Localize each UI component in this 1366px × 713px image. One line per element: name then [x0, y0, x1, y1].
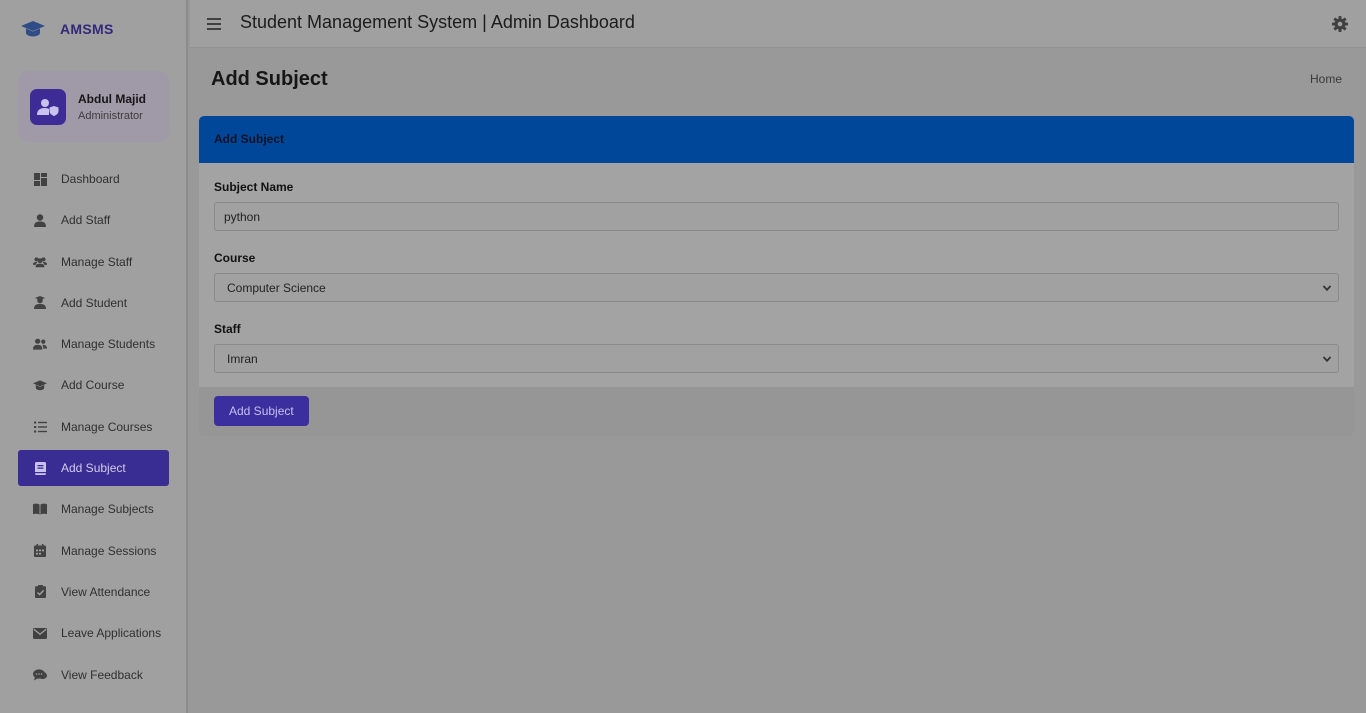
breadcrumb-home[interactable]: Home — [1310, 72, 1342, 86]
course-selected-value: Computer Science — [227, 280, 326, 295]
sidebar-item-manage-subjects[interactable]: Manage Subjects — [18, 491, 169, 527]
sidebar-item-label: Add Student — [61, 295, 128, 310]
sidebar-item-label: View Attendance — [61, 584, 151, 599]
dashboard-icon — [33, 172, 47, 186]
comments-icon — [33, 668, 47, 682]
sidebar-item-label: Dashboard — [61, 172, 120, 186]
hamburger-menu-icon[interactable] — [207, 17, 221, 31]
sidebar-item-add-subject[interactable]: Add Subject — [18, 450, 169, 487]
sidebar-item-label: View Feedback — [61, 667, 143, 682]
subject-name-value: python — [224, 209, 261, 224]
sidebar-item-manage-courses[interactable]: Manage Courses — [18, 409, 169, 445]
sidebar: AMSMS Abdul Majid Administrator Dashboar… — [0, 0, 188, 713]
chevron-down-icon — [1322, 356, 1332, 363]
page-title: Add Subject — [211, 68, 328, 90]
card-footer: Add Subject — [199, 387, 1354, 436]
subject-name-input[interactable]: python — [214, 202, 1339, 231]
calendar-icon — [33, 544, 47, 558]
app-title: Student Management System | Admin Dashbo… — [240, 12, 635, 32]
sidebar-item-label: Add Course — [61, 378, 125, 393]
staff-select[interactable]: Imran — [214, 344, 1339, 373]
sidebar-item-view-attendance[interactable]: View Attendance — [18, 574, 169, 610]
student-icon — [33, 296, 47, 310]
sidebar-item-label: Manage Subjects — [61, 502, 154, 517]
envelope-icon — [33, 626, 47, 640]
user-name: Abdul Majid — [78, 91, 146, 106]
sidebar-item-label: Manage Courses — [61, 419, 153, 434]
add-subject-card: Add Subject Subject Name python Course C… — [199, 116, 1354, 436]
brand-link[interactable]: AMSMS — [0, 0, 188, 57]
sidebar-item-dashboard[interactable]: Dashboard — [18, 161, 169, 197]
subject-name-label: Subject Name — [214, 180, 294, 194]
sidebar-item-add-course[interactable]: Add Course — [18, 367, 169, 403]
sidebar-item-add-student[interactable]: Add Student — [18, 285, 169, 321]
users-icon — [33, 255, 47, 269]
user-panel[interactable]: Abdul Majid Administrator — [18, 71, 169, 142]
course-select[interactable]: Computer Science — [214, 273, 1339, 302]
card-title: Add Subject — [199, 116, 1354, 163]
sidebar-item-view-feedback[interactable]: View Feedback — [18, 657, 169, 693]
sidebar-item-add-staff[interactable]: Add Staff — [18, 202, 169, 238]
add-subject-button[interactable]: Add Subject — [214, 396, 309, 426]
top-navbar: Student Management System | Admin Dashbo… — [190, 0, 1366, 48]
users-icon — [33, 337, 47, 351]
staff-label: Staff — [214, 322, 241, 336]
sidebar-item-label: Manage Students — [61, 337, 156, 352]
sidebar-item-label: Manage Sessions — [61, 543, 157, 558]
user-shield-icon — [37, 98, 59, 116]
sidebar-item-manage-students[interactable]: Manage Students — [18, 326, 169, 362]
sidebar-nav: Dashboard Add Staff Manage Staff Add Stu… — [18, 161, 169, 698]
book-icon — [33, 461, 47, 475]
sidebar-item-leave-applications[interactable]: Leave Applications — [18, 615, 169, 651]
graduation-cap-icon — [21, 20, 45, 36]
sidebar-item-label: Leave Applications — [61, 626, 162, 641]
chevron-down-icon — [1322, 285, 1332, 292]
sidebar-item-label: Add Subject — [61, 461, 126, 476]
clipboard-check-icon — [33, 585, 47, 599]
staff-selected-value: Imran — [227, 351, 258, 366]
course-label: Course — [214, 251, 256, 265]
card-body: Subject Name python Course Computer Scie… — [199, 163, 1354, 387]
avatar — [30, 88, 66, 125]
open-book-icon — [33, 502, 47, 516]
user-icon — [33, 213, 47, 227]
sidebar-item-label: Add Staff — [61, 213, 111, 228]
list-icon — [33, 420, 47, 434]
gear-icon[interactable] — [1332, 16, 1348, 32]
sidebar-item-manage-staff[interactable]: Manage Staff — [18, 244, 169, 280]
user-role: Administrator — [78, 109, 143, 122]
sidebar-item-manage-sessions[interactable]: Manage Sessions — [18, 533, 169, 569]
graduation-cap-icon — [33, 378, 47, 392]
sidebar-item-label: Manage Staff — [61, 254, 133, 269]
brand-name: AMSMS — [60, 20, 114, 37]
